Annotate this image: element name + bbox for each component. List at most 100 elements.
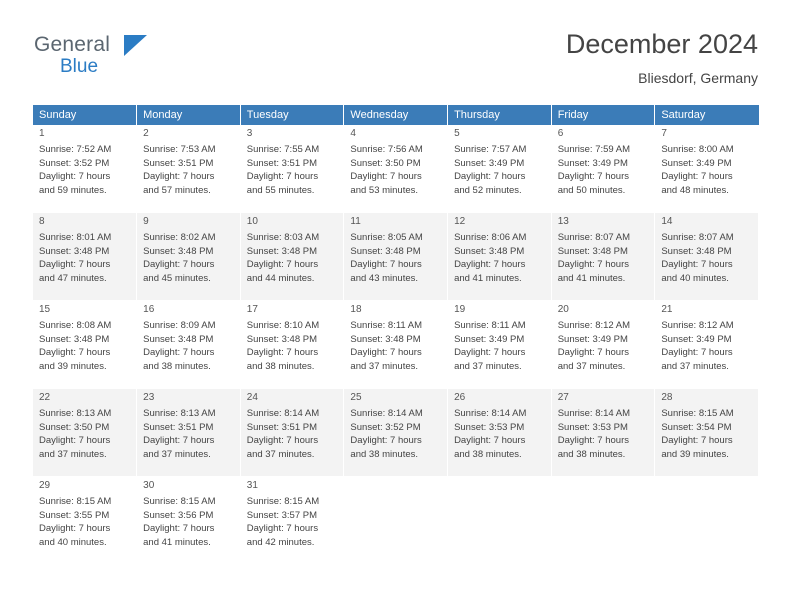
sunset-text: Sunset: 3:53 PM [557, 421, 628, 433]
calendar-day-cell[interactable]: 16 Sunrise: 8:09 AM Sunset: 3:48 PM Dayligh… [136, 300, 241, 389]
daylight-text: and 52 minutes. [454, 184, 522, 196]
daylight-text: Daylight: 7 hours [454, 259, 526, 270]
sunset-text: Sunset: 3:48 PM [39, 245, 110, 257]
daylight-text: and 42 minutes. [246, 536, 315, 548]
sunrise-text: Sunrise: 7:59 AM [557, 144, 631, 155]
day-number: 3 [246, 128, 253, 139]
sunrise-text: Sunrise: 7:56 AM [350, 144, 423, 155]
calendar-day-cell[interactable]: 26 Sunrise: 8:14 AM Sunset: 3:53 PM Dayligh… [447, 388, 552, 477]
daylight-text: Daylight: 7 hours [350, 171, 422, 182]
weekday-header-friday: Friday [551, 105, 656, 125]
calendar-day-cell[interactable]: 4 Sunrise: 7:56 AM Sunset: 3:50 PM Daylight… [343, 125, 449, 213]
daylight-text: Daylight: 7 hours [557, 435, 629, 446]
day-number: 30 [143, 480, 155, 491]
daylight-text: and 40 minutes. [661, 272, 729, 284]
calendar-day-empty [551, 476, 656, 565]
calendar-day-cell[interactable]: 7 Sunrise: 8:00 AM Sunset: 3:49 PM Daylight… [654, 125, 759, 213]
calendar-day-cell[interactable]: 1 Sunrise: 7:52 AM Sunset: 3:52 PM Daylight… [33, 125, 138, 213]
calendar-day-cell[interactable]: 15 Sunrise: 8:08 AM Sunset: 3:48 PM Dayligh… [33, 300, 138, 389]
day-number: 8 [39, 216, 45, 227]
sunrise-text: Sunrise: 8:06 AM [454, 232, 527, 243]
sunrise-text: Sunrise: 7:52 AM [39, 144, 112, 155]
sunset-text: Sunset: 3:48 PM [454, 245, 525, 257]
day-number: 2 [143, 128, 149, 139]
brand-name-general: General [34, 33, 111, 56]
daylight-text: and 37 minutes. [661, 360, 729, 372]
sunrise-text: Sunrise: 7:55 AM [246, 144, 320, 155]
weekday-header-tuesday: Tuesday [240, 105, 345, 125]
day-number: 20 [557, 304, 569, 315]
calendar-day-cell[interactable]: 3 Sunrise: 7:55 AM Sunset: 3:51 PM Daylight… [240, 125, 345, 213]
calendar-day-cell[interactable]: 23 Sunrise: 8:13 AM Sunset: 3:51 PM Dayligh… [136, 388, 241, 477]
day-number: 29 [39, 480, 51, 491]
calendar-day-cell[interactable]: 8 Sunrise: 8:01 AM Sunset: 3:48 PM Daylight… [33, 212, 138, 301]
day-number: 6 [557, 128, 564, 139]
daylight-text: and 38 minutes. [246, 360, 315, 372]
sunset-text: Sunset: 3:48 PM [661, 245, 732, 257]
sunset-text: Sunset: 3:48 PM [143, 333, 214, 345]
calendar-day-cell[interactable]: 22 Sunrise: 8:13 AM Sunset: 3:50 PM Dayligh… [33, 388, 138, 477]
calendar-day-cell[interactable]: 19 Sunrise: 8:11 AM Sunset: 3:49 PM Dayligh… [447, 300, 552, 389]
day-number: 23 [143, 392, 155, 403]
day-number: 15 [39, 304, 51, 315]
calendar-day-empty [654, 476, 759, 565]
daylight-text: Daylight: 7 hours [350, 259, 422, 270]
calendar-day-cell[interactable]: 14 Sunrise: 8:07 AM Sunset: 3:48 PM Dayligh… [654, 212, 759, 301]
daylight-text: and 47 minutes. [39, 272, 107, 284]
calendar-day-cell[interactable]: 5 Sunrise: 7:57 AM Sunset: 3:49 PM Daylight… [447, 125, 552, 213]
daylight-text: and 39 minutes. [661, 448, 729, 460]
calendar-day-cell[interactable]: 11 Sunrise: 8:05 AM Sunset: 3:48 PM Dayligh… [343, 212, 449, 301]
sunrise-text: Sunrise: 8:00 AM [661, 144, 734, 155]
calendar-day-cell[interactable]: 12 Sunrise: 8:06 AM Sunset: 3:48 PM Dayligh… [447, 212, 552, 301]
sunset-text: Sunset: 3:48 PM [557, 245, 628, 257]
daylight-text: Daylight: 7 hours [39, 347, 111, 358]
daylight-text: Daylight: 7 hours [246, 347, 319, 358]
daylight-text: Daylight: 7 hours [39, 171, 111, 182]
day-number: 11 [350, 216, 361, 227]
page-title: December 2024 [565, 29, 758, 59]
calendar-day-cell[interactable]: 29 Sunrise: 8:15 AM Sunset: 3:55 PM Dayligh… [33, 476, 138, 565]
daylight-text: and 37 minutes. [39, 448, 107, 460]
daylight-text: and 38 minutes. [143, 360, 211, 372]
daylight-text: Daylight: 7 hours [246, 523, 319, 534]
calendar-day-cell[interactable]: 17 Sunrise: 8:10 AM Sunset: 3:48 PM Dayligh… [240, 300, 345, 389]
sunset-text: Sunset: 3:50 PM [39, 421, 110, 433]
sunrise-text: Sunrise: 8:13 AM [143, 408, 216, 419]
sunset-text: Sunset: 3:48 PM [246, 245, 318, 257]
calendar-day-cell[interactable]: 2 Sunrise: 7:53 AM Sunset: 3:51 PM Daylight… [136, 125, 241, 213]
calendar-day-cell[interactable]: 21 Sunrise: 8:12 AM Sunset: 3:49 PM Dayligh… [654, 300, 759, 389]
day-number: 25 [350, 392, 362, 403]
sunrise-text: Sunrise: 8:14 AM [246, 408, 320, 419]
calendar-day-cell[interactable]: 13 Sunrise: 8:07 AM Sunset: 3:48 PM Dayligh… [551, 212, 656, 301]
day-number: 17 [246, 304, 258, 315]
calendar-day-cell[interactable]: 6 Sunrise: 7:59 AM Sunset: 3:49 PM Daylight… [551, 125, 656, 213]
sunset-text: Sunset: 3:51 PM [246, 157, 318, 169]
sunset-text: Sunset: 3:52 PM [39, 157, 110, 169]
calendar-day-cell[interactable]: 31 Sunrise: 8:15 AM Sunset: 3:57 PM Dayligh… [240, 476, 345, 565]
calendar-day-cell[interactable]: 25 Sunrise: 8:14 AM Sunset: 3:52 PM Dayligh… [343, 388, 449, 477]
sunrise-text: Sunrise: 8:07 AM [661, 232, 734, 243]
daylight-text: and 41 minutes. [557, 272, 626, 284]
day-number: 24 [246, 392, 258, 403]
sunrise-text: Sunrise: 8:15 AM [246, 496, 320, 507]
calendar-day-cell[interactable]: 24 Sunrise: 8:14 AM Sunset: 3:51 PM Dayligh… [240, 388, 345, 477]
calendar-day-cell[interactable]: 30 Sunrise: 8:15 AM Sunset: 3:56 PM Dayligh… [136, 476, 241, 565]
calendar-day-cell[interactable]: 20 Sunrise: 8:12 AM Sunset: 3:49 PM Dayligh… [551, 300, 656, 389]
daylight-text: and 55 minutes. [246, 184, 315, 196]
sunset-text: Sunset: 3:48 PM [143, 245, 214, 257]
sunset-text: Sunset: 3:51 PM [143, 421, 214, 433]
brand-logo[interactable]: General Blue [34, 34, 234, 86]
calendar-day-cell[interactable]: 18 Sunrise: 8:11 AM Sunset: 3:48 PM Dayligh… [343, 300, 449, 389]
daylight-text: and 45 minutes. [143, 272, 211, 284]
calendar-day-cell[interactable]: 9 Sunrise: 8:02 AM Sunset: 3:48 PM Daylight… [136, 212, 241, 301]
sunset-text: Sunset: 3:54 PM [661, 421, 732, 433]
calendar-day-cell[interactable]: 27 Sunrise: 8:14 AM Sunset: 3:53 PM Dayligh… [551, 388, 656, 477]
sunrise-text: Sunrise: 7:57 AM [454, 144, 527, 155]
daylight-text: Daylight: 7 hours [661, 435, 733, 446]
daylight-text: Daylight: 7 hours [39, 259, 111, 270]
calendar-day-cell[interactable]: 28 Sunrise: 8:15 AM Sunset: 3:54 PM Dayligh… [654, 388, 759, 477]
calendar-day-cell[interactable]: 10 Sunrise: 8:03 AM Sunset: 3:48 PM Dayligh… [240, 212, 345, 301]
daylight-text: Daylight: 7 hours [661, 347, 733, 358]
sunset-text: Sunset: 3:48 PM [246, 333, 318, 345]
calendar-day-empty [343, 476, 449, 565]
